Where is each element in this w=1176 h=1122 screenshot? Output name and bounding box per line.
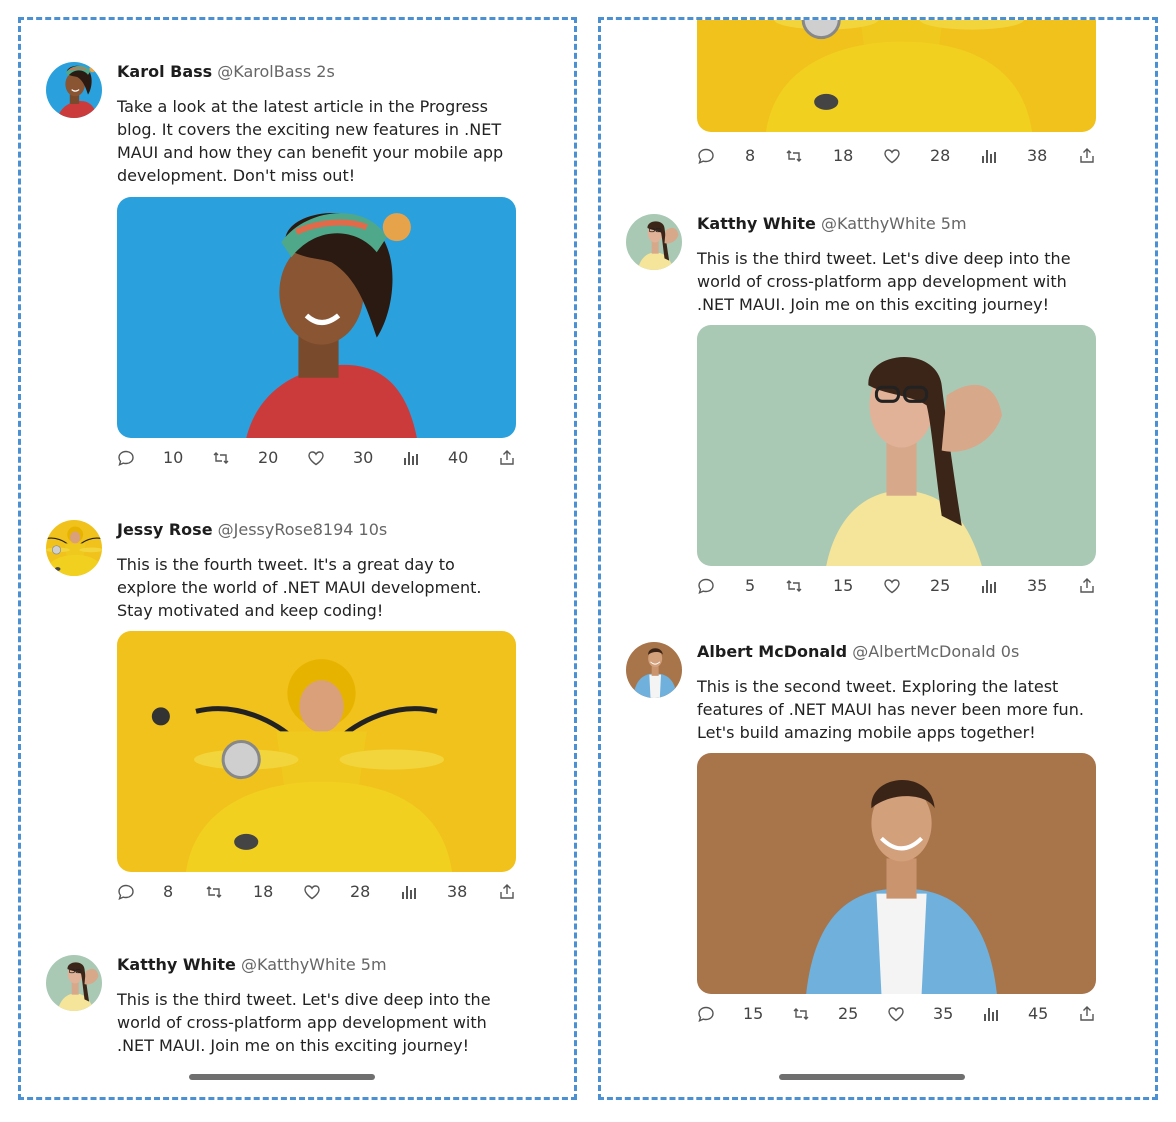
reply-icon[interactable] (697, 577, 715, 595)
like-count: 28 (930, 146, 951, 165)
reply-count: 15 (743, 1004, 764, 1023)
reply-count: 8 (163, 882, 174, 901)
tweet-handle-time: @AlbertMcDonald 0s (852, 642, 1020, 661)
views-icon[interactable] (982, 1005, 1000, 1023)
avatar[interactable] (46, 520, 102, 576)
tweet-photo[interactable] (697, 753, 1096, 994)
like-icon[interactable] (887, 1005, 905, 1023)
share-icon[interactable] (498, 449, 516, 467)
retweet-icon[interactable] (785, 577, 803, 595)
views-count: 40 (448, 448, 469, 467)
tweet-actions: 15 25 35 45 (697, 1003, 1102, 1025)
like-count: 30 (353, 448, 374, 467)
tweet-handle-time: @KatthyWhite 5m (241, 955, 387, 974)
retweet-count: 20 (258, 448, 279, 467)
reply-icon[interactable] (697, 147, 715, 165)
tweet-author-name[interactable]: Karol Bass (117, 62, 212, 81)
views-count: 35 (1027, 576, 1048, 595)
retweet-count: 15 (833, 576, 854, 595)
like-icon[interactable] (307, 449, 325, 467)
reply-icon[interactable] (697, 1005, 715, 1023)
avatar[interactable] (46, 62, 102, 118)
tweet-text: Take a look at the latest article in the… (117, 97, 504, 185)
feed-panel-right[interactable]: 8 18 28 38 Katthy White @KatthyWhite 5m … (598, 17, 1158, 1100)
retweet-icon[interactable] (792, 1005, 810, 1023)
like-count: 25 (930, 576, 951, 595)
tweet-handle-time: @JessyRose8194 10s (217, 520, 388, 539)
avatar[interactable] (626, 642, 682, 698)
like-icon[interactable] (883, 147, 901, 165)
feed-panel-left[interactable]: Karol Bass @KarolBass 2s Take a look at … (18, 17, 577, 1100)
tweet-author-name[interactable]: Katthy White (697, 214, 816, 233)
tweet-text: This is the second tweet. Exploring the … (697, 677, 1084, 742)
reply-icon[interactable] (117, 449, 135, 467)
like-count: 35 (933, 1004, 954, 1023)
tweet-text: This is the fourth tweet. It's a great d… (117, 555, 482, 620)
views-count: 38 (1027, 146, 1048, 165)
tweet-photo[interactable] (697, 17, 1096, 132)
tweet-photo[interactable] (697, 325, 1096, 566)
tweet-handle-time: @KarolBass 2s (217, 62, 335, 81)
retweet-icon[interactable] (212, 449, 230, 467)
views-count: 38 (447, 882, 468, 901)
tweet-text: This is the third tweet. Let's dive deep… (117, 990, 491, 1055)
views-icon[interactable] (980, 147, 998, 165)
tweet-actions: 10 20 30 40 (117, 447, 522, 469)
share-icon[interactable] (1078, 577, 1096, 595)
tweet-author-name[interactable]: Jessy Rose (117, 520, 213, 539)
reply-count: 10 (163, 448, 184, 467)
retweet-count: 18 (253, 882, 274, 901)
tweet-actions: 8 18 28 38 (117, 881, 522, 903)
like-icon[interactable] (303, 883, 321, 901)
like-count: 28 (350, 882, 371, 901)
share-icon[interactable] (1078, 1005, 1096, 1023)
tweet-author-name[interactable]: Albert McDonald (697, 642, 847, 661)
retweet-icon[interactable] (205, 883, 223, 901)
home-indicator[interactable] (189, 1074, 375, 1080)
views-count: 45 (1028, 1004, 1049, 1023)
share-icon[interactable] (498, 883, 516, 901)
tweet-actions: 8 18 28 38 (697, 145, 1102, 167)
tweet-author-name[interactable]: Katthy White (117, 955, 236, 974)
views-icon[interactable] (980, 577, 998, 595)
like-icon[interactable] (883, 577, 901, 595)
avatar[interactable] (626, 214, 682, 270)
views-icon[interactable] (400, 883, 418, 901)
tweet-actions: 5 15 25 35 (697, 575, 1102, 597)
tweet-photo[interactable] (117, 197, 516, 438)
retweet-count: 18 (833, 146, 854, 165)
views-icon[interactable] (402, 449, 420, 467)
reply-count: 8 (745, 146, 756, 165)
tweet-handle-time: @KatthyWhite 5m (821, 214, 967, 233)
tweet-text: This is the third tweet. Let's dive deep… (697, 249, 1071, 314)
reply-count: 5 (745, 576, 756, 595)
tweet-photo[interactable] (117, 631, 516, 872)
reply-icon[interactable] (117, 883, 135, 901)
avatar[interactable] (46, 955, 102, 1011)
retweet-icon[interactable] (785, 147, 803, 165)
home-indicator[interactable] (779, 1074, 965, 1080)
share-icon[interactable] (1078, 147, 1096, 165)
retweet-count: 25 (838, 1004, 859, 1023)
